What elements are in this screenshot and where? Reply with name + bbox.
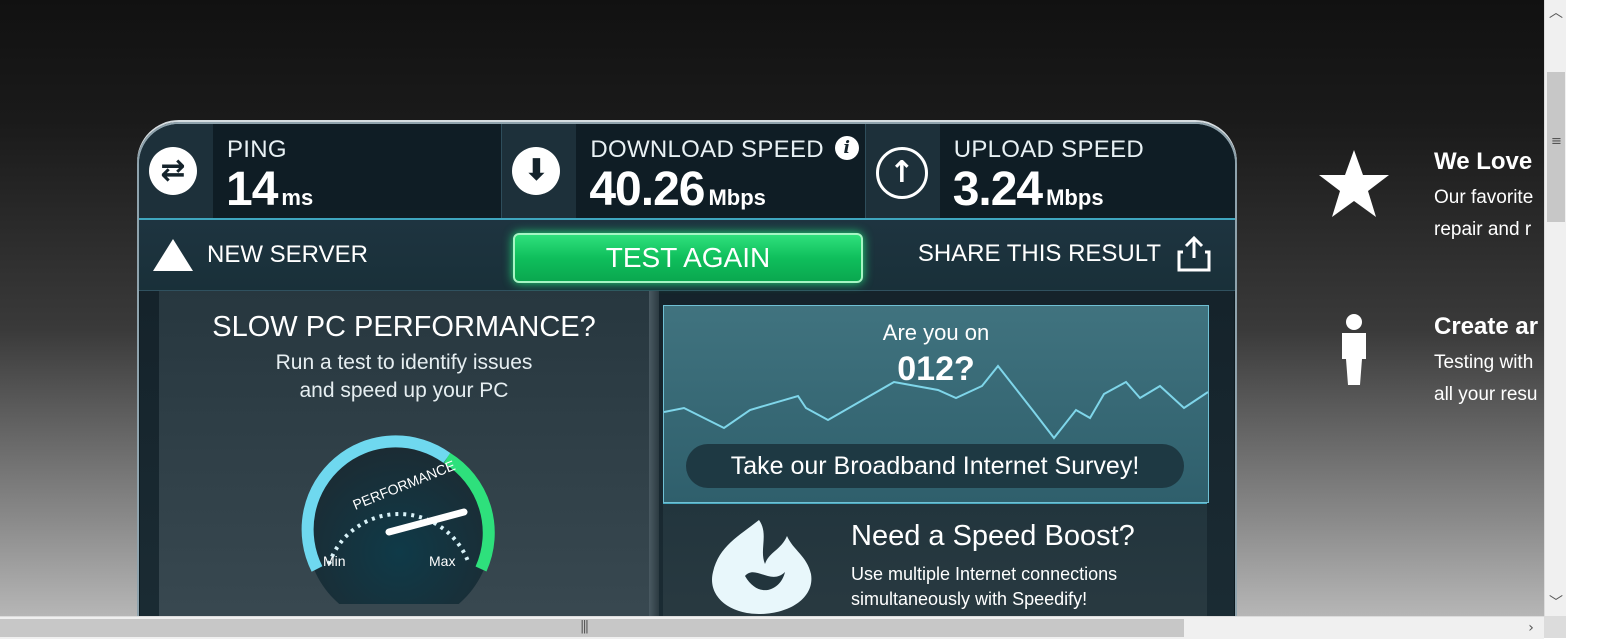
ping-unit: ms: [281, 185, 314, 210]
scroll-down-icon[interactable]: ﹀: [1545, 592, 1567, 614]
upload-unit: Mbps: [1046, 185, 1104, 210]
survey-panel: Are you on 012? Take our Broadband Inter…: [663, 305, 1209, 503]
promo-text: Testing with all your resu: [1434, 352, 1538, 405]
page-viewport: ⇄ PING 14 ms ⬇ DOWNLOAD SPEED i 40.26 Mbps: [0, 0, 1544, 616]
download-metric: ⬇ DOWNLOAD SPEED i 40.26 Mbps: [502, 124, 866, 218]
speed-boost-title: Need a Speed Boost?: [851, 520, 1135, 552]
grip-icon: |||: [580, 619, 589, 634]
scroll-right-icon[interactable]: ›: [1520, 617, 1542, 639]
ping-metric: ⇄ PING 14 ms: [139, 124, 503, 218]
speedtest-widget: ⇄ PING 14 ms ⬇ DOWNLOAD SPEED i 40.26 Mbps: [137, 122, 1237, 616]
window-edge: [1566, 0, 1600, 638]
slow-pc-subtitle: Run a test to identify issues and speed …: [275, 351, 533, 402]
speed-boost-ad[interactable]: Need a Speed Boost? Use multiple Interne…: [663, 503, 1207, 616]
triangle-icon: [153, 239, 193, 271]
star-icon: [1319, 150, 1389, 217]
download-arrow-icon: ⬇: [512, 147, 561, 195]
actions-bar: NEW SERVER TEST AGAIN SHARE THIS RESULT: [139, 220, 1235, 291]
download-label: DOWNLOAD SPEED: [590, 136, 824, 163]
grip-icon: ≡: [1551, 134, 1562, 149]
ping-value: 14 ms: [226, 163, 314, 216]
scroll-up-icon[interactable]: ︿: [1545, 2, 1567, 24]
survey-button[interactable]: Take our Broadband Internet Survey!: [686, 444, 1184, 488]
promo-text: Our favorite repair and r: [1434, 187, 1534, 240]
gauge-max-label: Max: [429, 553, 455, 569]
person-icon: [1342, 314, 1366, 385]
download-value: 40.26 Mbps: [589, 163, 766, 216]
promo-title: Create ar: [1434, 313, 1539, 340]
share-result-button[interactable]: SHARE THIS RESULT: [918, 234, 1211, 274]
upload-metric: ↑ UPLOAD SPEED 3.24 Mbps: [865, 124, 1235, 218]
test-again-button[interactable]: TEST AGAIN: [513, 233, 863, 283]
ping-arrows-icon: ⇄: [149, 147, 197, 195]
upload-arrow-icon: ↑: [875, 147, 928, 199]
new-server-button[interactable]: NEW SERVER: [153, 238, 368, 272]
slow-pc-ad[interactable]: SLOW PC PERFORMANCE? Run a test to ident…: [159, 291, 649, 616]
results-bar: ⇄ PING 14 ms ⬇ DOWNLOAD SPEED i 40.26 Mbps: [139, 124, 1235, 220]
info-icon[interactable]: i: [834, 136, 859, 160]
speedify-flame-icon: [712, 520, 812, 614]
gauge-min-label: Min: [323, 553, 346, 569]
survey-question: Are you on: [882, 320, 990, 345]
scrollbar-corner: [1544, 616, 1566, 638]
promo-column: We Love Our favorite repair and r Create…: [1310, 148, 1544, 478]
horizontal-scroll-thumb[interactable]: |||: [0, 619, 1184, 637]
horizontal-scrollbar[interactable]: ||| ›: [0, 616, 1544, 639]
content-area: SLOW PC PERFORMANCE? Run a test to ident…: [139, 291, 1235, 616]
slow-pc-title: SLOW PC PERFORMANCE?: [212, 311, 596, 343]
ping-label: PING: [227, 136, 287, 163]
vertical-scroll-thumb[interactable]: ≡: [1547, 72, 1565, 222]
performance-gauge: PERFORMANCE Min Max: [301, 435, 495, 604]
share-icon: [1177, 236, 1211, 272]
upload-value: 3.24 Mbps: [952, 163, 1104, 216]
divider: [649, 291, 659, 616]
promo-title: We Love: [1434, 148, 1533, 175]
promo-item[interactable]: Create ar Testing with all your resu: [1310, 313, 1544, 478]
upload-label: UPLOAD SPEED: [953, 136, 1145, 163]
vertical-scrollbar[interactable]: ︿ ≡ ﹀: [1544, 0, 1567, 616]
speed-boost-text: Use multiple Internet connections simult…: [851, 564, 1118, 609]
download-unit: Mbps: [708, 185, 766, 210]
promo-item[interactable]: We Love Our favorite repair and r: [1310, 148, 1544, 313]
survey-number: 012?: [897, 350, 975, 388]
